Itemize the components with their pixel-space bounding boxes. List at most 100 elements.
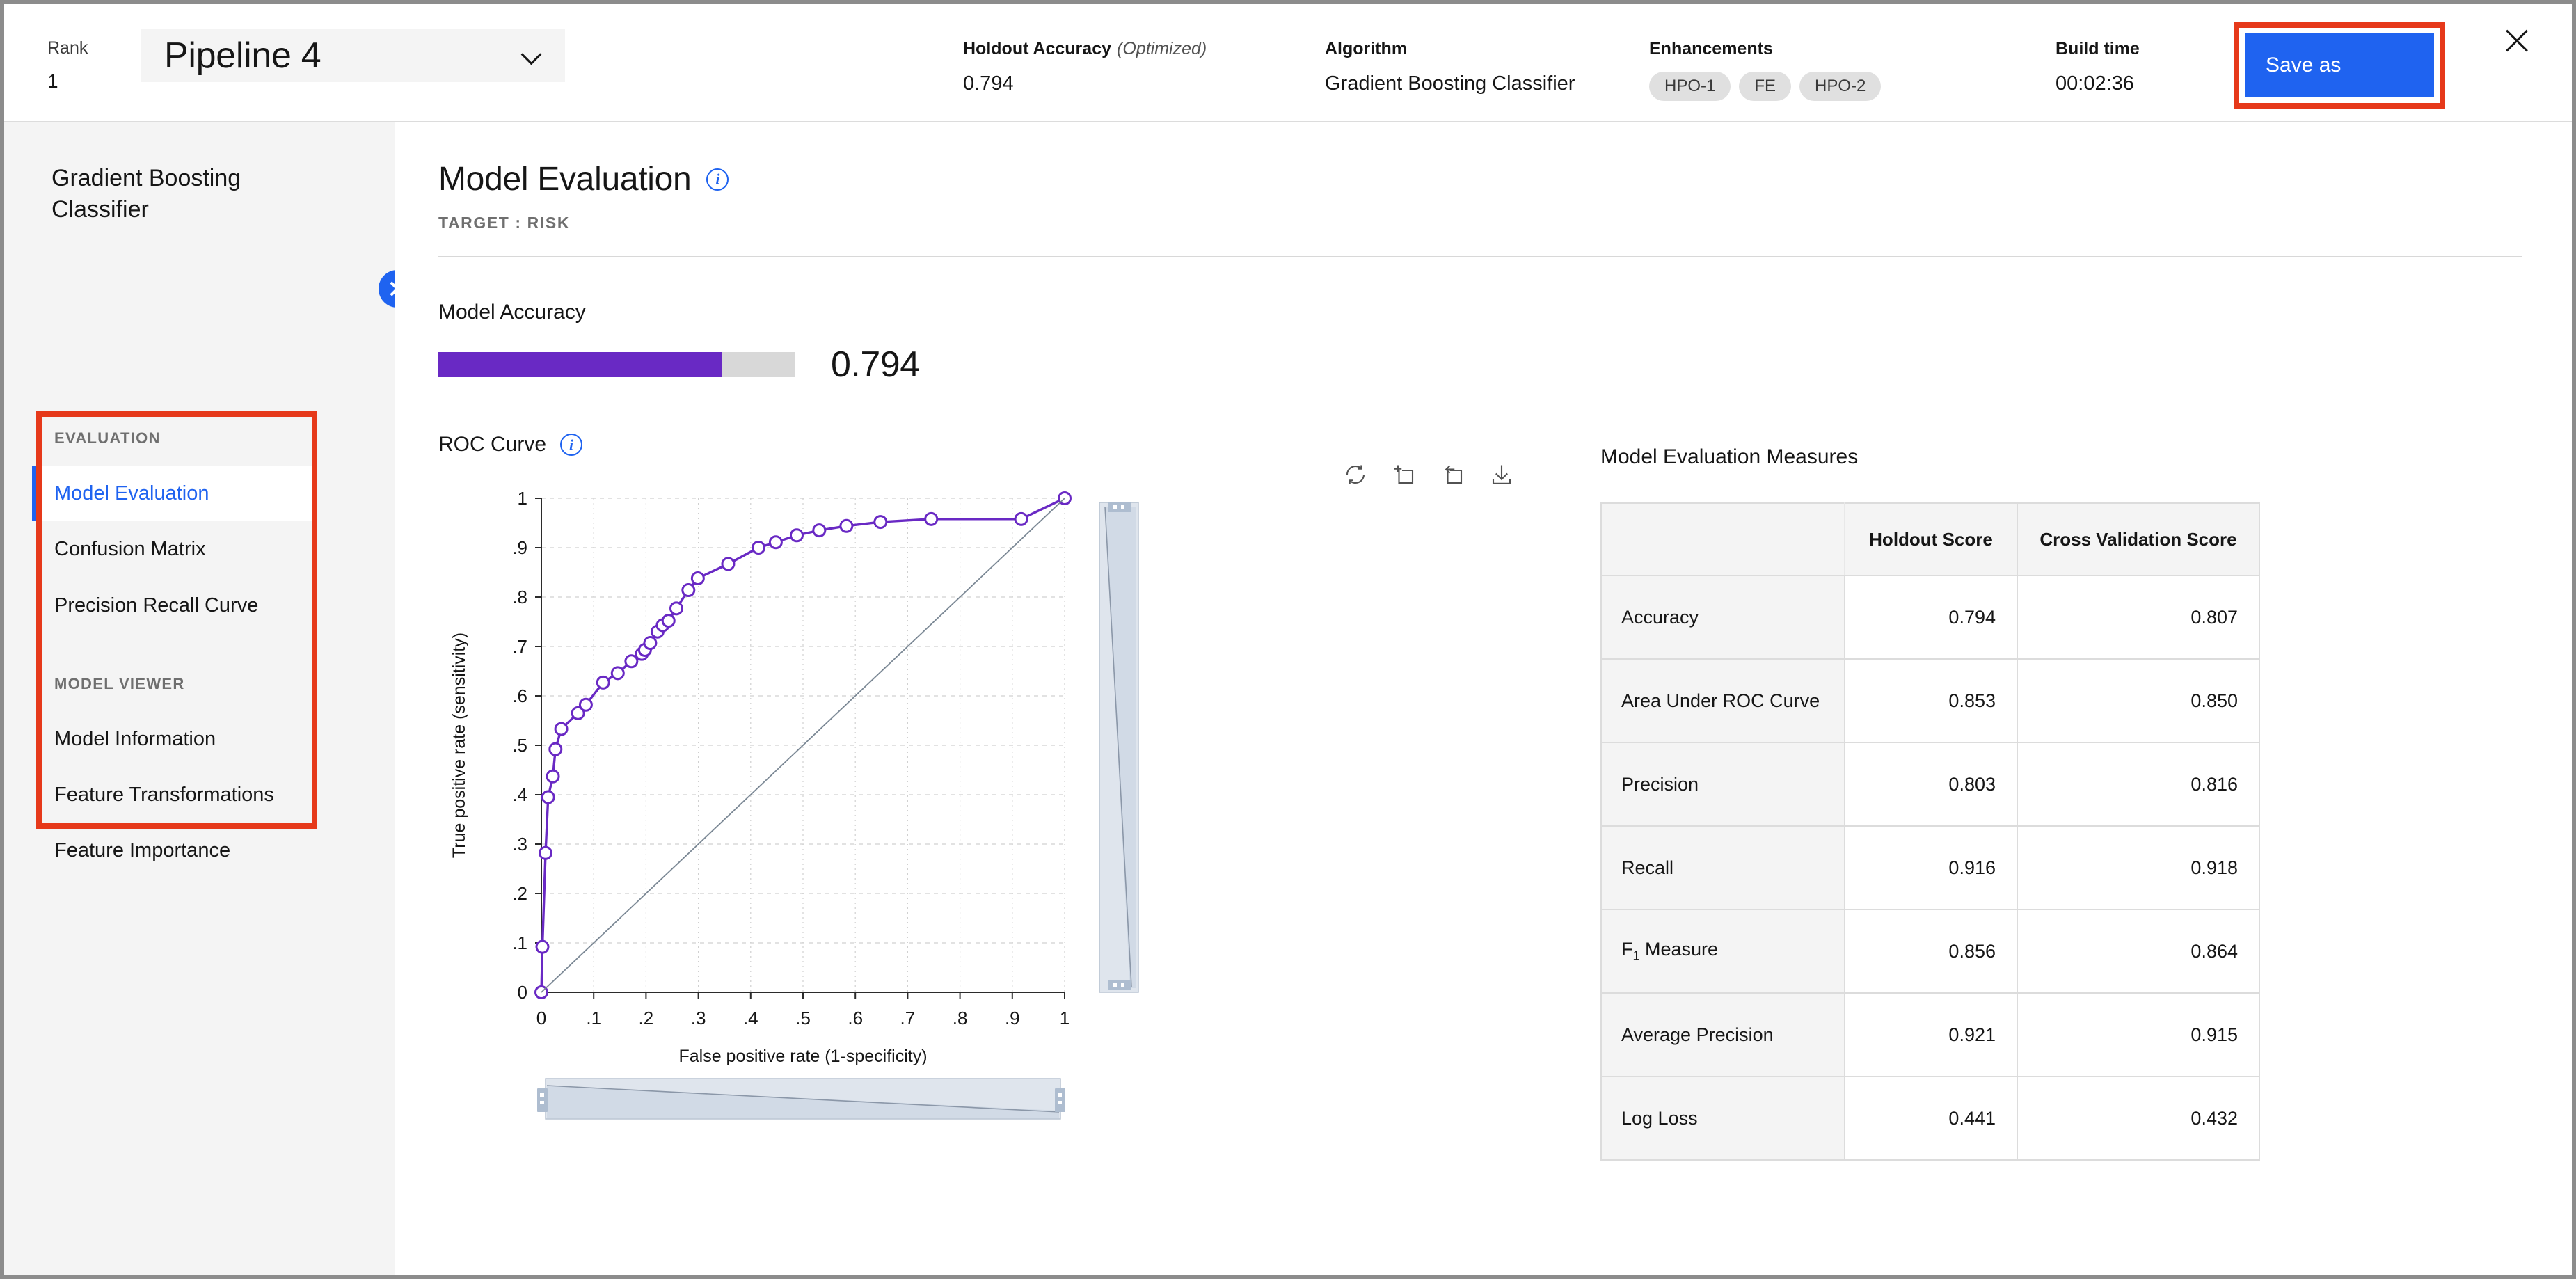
build-time-metric: Build time 00:02:36 <box>2056 38 2140 95</box>
sidebar-item-precision-recall-curve[interactable]: Precision Recall Curve <box>42 578 312 633</box>
model-accuracy-progress-track <box>438 352 795 377</box>
holdout-accuracy-label-text: Holdout Accuracy <box>963 39 1112 58</box>
model-accuracy-row: 0.794 <box>438 344 2572 386</box>
enhancement-tag: HPO-1 <box>1649 71 1731 101</box>
table-header-row: Holdout Score Cross Validation Score <box>1600 502 2260 576</box>
sidebar-item-model-evaluation[interactable]: Model Evaluation <box>32 466 312 522</box>
model-accuracy-block: Model Accuracy 0.794 <box>438 301 2572 386</box>
roc-chart-area: 0 0 .1 .1 .2 .2 .3 .3 .4 .4 .5 .5 .6 .6 .7 .7 .8 .8 .9 .9 1 1… <box>438 477 1531 1180</box>
measures-holdout-score: 0.441 <box>1844 1076 2018 1161</box>
svg-text:.8: .8 <box>512 587 527 607</box>
page-title-row: Model Evaluation i <box>438 160 2572 198</box>
measures-row-name: F1 Measure <box>1600 909 1845 994</box>
svg-text:1: 1 <box>518 488 527 509</box>
holdout-accuracy-value: 0.794 <box>963 72 1014 95</box>
svg-text:.4: .4 <box>512 784 527 805</box>
table-row: Average Precision 0.921 0.915 <box>1600 992 2260 1077</box>
model-accuracy-label: Model Accuracy <box>438 301 586 324</box>
enhancement-tag-list: HPO-1 FE HPO-2 <box>1649 71 1882 101</box>
sidebar-group-spacer <box>42 633 312 662</box>
sidebar-group-label-evaluation: EVALUATION <box>54 429 161 447</box>
table-row: Precision 0.803 0.816 <box>1600 742 2260 827</box>
model-accuracy-value: 0.794 <box>831 344 920 385</box>
sidebar: Gradient Boosting Classifier EVALUATION … <box>4 122 416 1275</box>
measures-row-name: Precision <box>1600 742 1845 827</box>
svg-text:True positive rate (sensitivit: True positive rate (sensitivity) <box>450 633 469 858</box>
panels-row: ROC Curve i 0 0 .1 .1 .2 .2 .3 .3 .4 .4 … <box>438 433 2572 1180</box>
y-range-brush-handle <box>1108 980 1131 990</box>
svg-text:.1: .1 <box>586 1008 601 1028</box>
pipeline-select-value: Pipeline 4 <box>164 35 321 76</box>
roc-curve-title: ROC Curve <box>438 433 547 456</box>
enhancements-label: Enhancements <box>1649 39 1773 58</box>
measures-col-header-holdout-text: Holdout Score <box>1869 528 1993 550</box>
svg-text:.2: .2 <box>639 1008 654 1028</box>
pipeline-details-window: Rank 1 Pipeline 4 Holdout Accuracy (Optim… <box>0 0 2576 1279</box>
main-content: Model Evaluation i TARGET : RISK Model A… <box>395 122 2572 1275</box>
svg-text:.8: .8 <box>953 1008 968 1028</box>
measures-holdout-score: 0.921 <box>1844 992 2018 1077</box>
svg-text:.1: .1 <box>512 932 527 953</box>
sidebar-item-feature-transformations[interactable]: Feature Transformations <box>42 767 312 823</box>
pipeline-select[interactable]: Pipeline 4 <box>141 29 565 82</box>
table-row: Log Loss 0.441 0.432 <box>1600 1076 2260 1161</box>
measures-holdout-score: 0.853 <box>1844 658 2018 743</box>
x-range-brush-handle <box>1055 1088 1065 1112</box>
measures-table: Holdout Score Cross Validation Score Acc… <box>1600 502 2260 1161</box>
table-row: Area Under ROC Curve 0.853 0.850 <box>1600 658 2260 743</box>
chevron-down-icon <box>522 46 541 65</box>
enhancements-metric: Enhancements HPO-1 FE HPO-2 <box>1649 38 1882 101</box>
close-icon[interactable] <box>2501 25 2533 57</box>
table-row: Recall 0.916 0.918 <box>1600 825 2260 910</box>
roc-chart-svg[interactable]: 00 .1 .1 .2 .2 .3 .3 .4 .4 .5 .5 .6 .6 .7 .7 .8 .8 .9 .9 1 1… <box>438 477 1531 1180</box>
algorithm-label: Algorithm <box>1325 39 1408 58</box>
svg-text:.3: .3 <box>691 1008 706 1028</box>
sidebar-group-label-model-viewer: MODEL VIEWER <box>54 674 185 692</box>
measures-col-header-cv-text: Cross Validation Score <box>2040 528 2237 550</box>
measures-row-name: Recall <box>1600 825 1845 910</box>
measures-table-head: Holdout Score Cross Validation Score <box>1600 502 2260 576</box>
sidebar-item-label: Model Evaluation <box>54 482 209 505</box>
page-subtitle: TARGET : RISK <box>438 214 571 232</box>
enhancement-tag: HPO-2 <box>1799 71 1882 101</box>
rank-value: 1 <box>47 70 58 92</box>
save-as-button[interactable]: Save as <box>2245 33 2434 97</box>
sidebar-item-confusion-matrix[interactable]: Confusion Matrix <box>42 521 312 577</box>
measures-table-body: Accuracy 0.794 0.807 Area Under ROC Curve 0.… <box>1600 575 2260 1161</box>
roc-curve-panel: ROC Curve i 0 0 .1 .1 .2 .2 .3 .3 .4 .4 … <box>438 433 1531 1180</box>
info-icon[interactable]: i <box>560 434 583 456</box>
sidebar-item-model-information[interactable]: Model Information <box>42 711 312 767</box>
holdout-accuracy-metric: Holdout Accuracy (Optimized) 0.794 <box>963 38 1207 95</box>
rank-label: Rank <box>47 38 88 58</box>
svg-text:0: 0 <box>518 982 527 1003</box>
svg-text:.6: .6 <box>848 1008 863 1028</box>
save-as-highlight-box: Save as <box>2234 22 2445 109</box>
svg-text:.9: .9 <box>1005 1008 1020 1028</box>
info-icon[interactable]: i <box>706 168 729 191</box>
sidebar-nav: EVALUATION Model Evaluation Confusion Ma… <box>32 417 312 879</box>
svg-text:.3: .3 <box>512 834 527 855</box>
svg-text:1: 1 <box>1060 1008 1070 1028</box>
measures-title: Model Evaluation Measures <box>1600 445 1859 468</box>
measures-cv-score: 0.864 <box>2017 909 2260 994</box>
measures-holdout-score: 0.803 <box>1844 742 2018 827</box>
measures-row-name: Area Under ROC Curve <box>1600 658 1845 743</box>
measures-holdout-score: 0.794 <box>1844 575 2018 660</box>
holdout-accuracy-label: Holdout Accuracy (Optimized) <box>963 38 1207 61</box>
measures-cv-score: 0.918 <box>2017 825 2260 910</box>
measures-holdout-score: 0.856 <box>1844 909 2018 994</box>
sidebar-item-label: Feature Importance <box>54 839 231 862</box>
measures-row-name: Log Loss <box>1600 1076 1845 1161</box>
roc-curve-header: ROC Curve i <box>438 433 1531 456</box>
top-bar: Rank 1 Pipeline 4 Holdout Accuracy (Optim… <box>4 4 2572 122</box>
sidebar-item-label: Model Information <box>54 727 216 750</box>
build-time-value: 00:02:36 <box>2056 72 2134 95</box>
svg-text:False positive rate (1-specifi: False positive rate (1-specificity) <box>678 1047 927 1066</box>
svg-text:.2: .2 <box>512 883 527 904</box>
enhancement-tag: FE <box>1739 71 1792 101</box>
svg-text:.9: .9 <box>512 537 527 558</box>
svg-text:.7: .7 <box>900 1008 916 1028</box>
sidebar-item-feature-importance[interactable]: Feature Importance <box>42 823 312 878</box>
table-row: Accuracy 0.794 0.807 <box>1600 575 2260 660</box>
table-row: F1 Measure 0.856 0.864 <box>1600 909 2260 994</box>
